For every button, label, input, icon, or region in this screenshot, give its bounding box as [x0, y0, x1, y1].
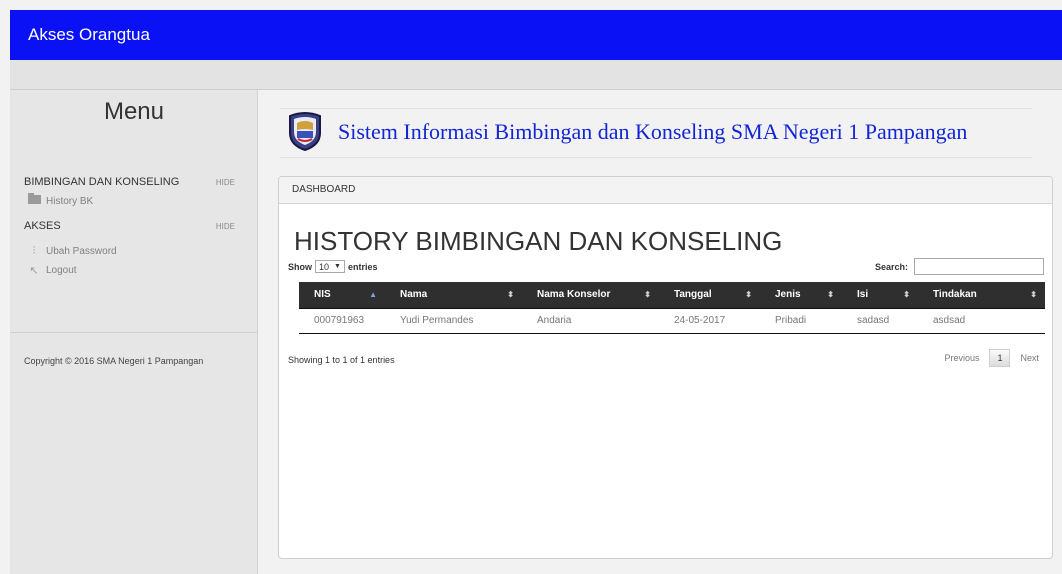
page-button-current[interactable]: 1 [989, 349, 1011, 367]
site-title: Sistem Informasi Bimbingan dan Konseling… [338, 119, 968, 144]
column-header-nis[interactable]: NIS ▲ [299, 282, 385, 309]
main-panel: DASHBOARD HISTORY BIMBINGAN DAN KONSELIN… [278, 176, 1053, 559]
page-header: Sistem Informasi Bimbingan dan Konseling… [280, 108, 1032, 158]
column-header-nama-konselor[interactable]: Nama Konselor ⬍ [522, 282, 659, 309]
cell-tindakan: asdsad [918, 308, 1045, 334]
sort-icon: ⬍ [644, 290, 651, 299]
sidebar-item-label: Logout [46, 265, 77, 276]
sort-icon: ⬍ [827, 290, 834, 299]
sort-icon: ⬍ [1030, 290, 1037, 299]
column-label: NIS [314, 289, 331, 301]
search-input[interactable] [914, 258, 1044, 275]
sidebar-item-label: History BK [46, 195, 94, 207]
column-label: Jenis [775, 289, 801, 301]
folder-icon [27, 193, 41, 207]
breadcrumb: DASHBOARD [279, 177, 1052, 204]
app-brand[interactable]: Akses Orangtua [28, 25, 150, 45]
hide-toggle-bimbingan[interactable]: HIDE [216, 178, 235, 187]
cell-tanggal: 24-05-2017 [659, 308, 760, 334]
cell-nama: Yudi Permandes [385, 308, 522, 334]
show-label: Show [288, 261, 312, 272]
cell-isi: sadasd [842, 308, 918, 334]
column-label: Nama Konselor [537, 289, 611, 301]
column-label: Tanggal [674, 289, 712, 301]
column-label: Tindakan [933, 289, 977, 301]
previous-button[interactable]: Previous [938, 349, 985, 367]
column-label: Isi [857, 289, 869, 301]
sort-icon: ⬍ [745, 290, 752, 299]
chevron-down-icon: ▼ [334, 263, 341, 270]
section-heading-bimbingan[interactable]: BIMBINGAN DAN KONSELING [24, 176, 179, 188]
pagination: Previous 1 Next [938, 349, 1045, 367]
sidebar-divider [10, 332, 258, 333]
entries-select[interactable]: 10 ▼ [315, 260, 345, 273]
table-header-row: NIS ▲ Nama ⬍ Nama Konselor ⬍ Tanggal ⬍ Jenis… [299, 282, 1045, 309]
arrow-up-left-icon: ↖ [29, 265, 39, 277]
sort-icon: ⬍ [507, 290, 514, 299]
top-navbar: Akses Orangtua [10, 10, 1062, 60]
column-header-tanggal[interactable]: Tanggal ⬍ [659, 282, 760, 309]
next-button[interactable]: Next [1014, 349, 1045, 367]
table-info: Showing 1 to 1 of 1 entries [288, 355, 395, 365]
column-header-isi[interactable]: Isi ⬍ [842, 282, 918, 309]
column-header-nama[interactable]: Nama ⬍ [385, 282, 522, 309]
school-crest-logo [289, 112, 321, 151]
history-table: NIS ▲ Nama ⬍ Nama Konselor ⬍ Tanggal ⬍ Jenis… [299, 282, 1045, 334]
sidebar-item-ubah-password[interactable]: ⫶ Ubah Password [27, 245, 117, 258]
section-heading-akses[interactable]: AKSES [24, 220, 61, 232]
sort-asc-icon: ▲ [369, 290, 377, 299]
hide-toggle-akses[interactable]: HIDE [216, 222, 235, 231]
sidebar: Menu BIMBINGAN DAN KONSELING HIDE Histor… [10, 90, 258, 574]
column-header-jenis[interactable]: Jenis ⬍ [760, 282, 842, 309]
menu-title: Menu [103, 98, 165, 125]
sidebar-item-label: Ubah Password [46, 246, 117, 257]
cell-nama-konselor: Andaria [522, 308, 659, 334]
entries-select-value: 10 [319, 261, 330, 272]
column-header-tindakan[interactable]: Tindakan ⬍ [918, 282, 1045, 309]
page-title: HISTORY BIMBINGAN DAN KONSELING [294, 226, 783, 256]
column-label: Nama [400, 289, 428, 301]
table-row: 000791963 Yudi Permandes Andaria 24-05-2… [299, 308, 1045, 334]
entries-label: entries [347, 261, 378, 272]
sliders-icon: ⫶ [32, 245, 36, 257]
entries-length-control: Show 10 ▼ entries [288, 260, 377, 273]
copyright-text: Copyright © 2016 SMA Negeri 1 Pampangan [24, 356, 204, 366]
search-label: Search: [874, 261, 908, 272]
sidebar-item-logout[interactable]: ↖ Logout [27, 264, 77, 277]
sub-navbar [10, 60, 1062, 90]
cell-nis: 000791963 [299, 308, 385, 334]
cell-jenis: Pribadi [760, 308, 842, 334]
search-control: Search: [875, 258, 1044, 275]
sidebar-item-history-bk[interactable]: History BK [27, 193, 94, 207]
sort-icon: ⬍ [903, 290, 910, 299]
